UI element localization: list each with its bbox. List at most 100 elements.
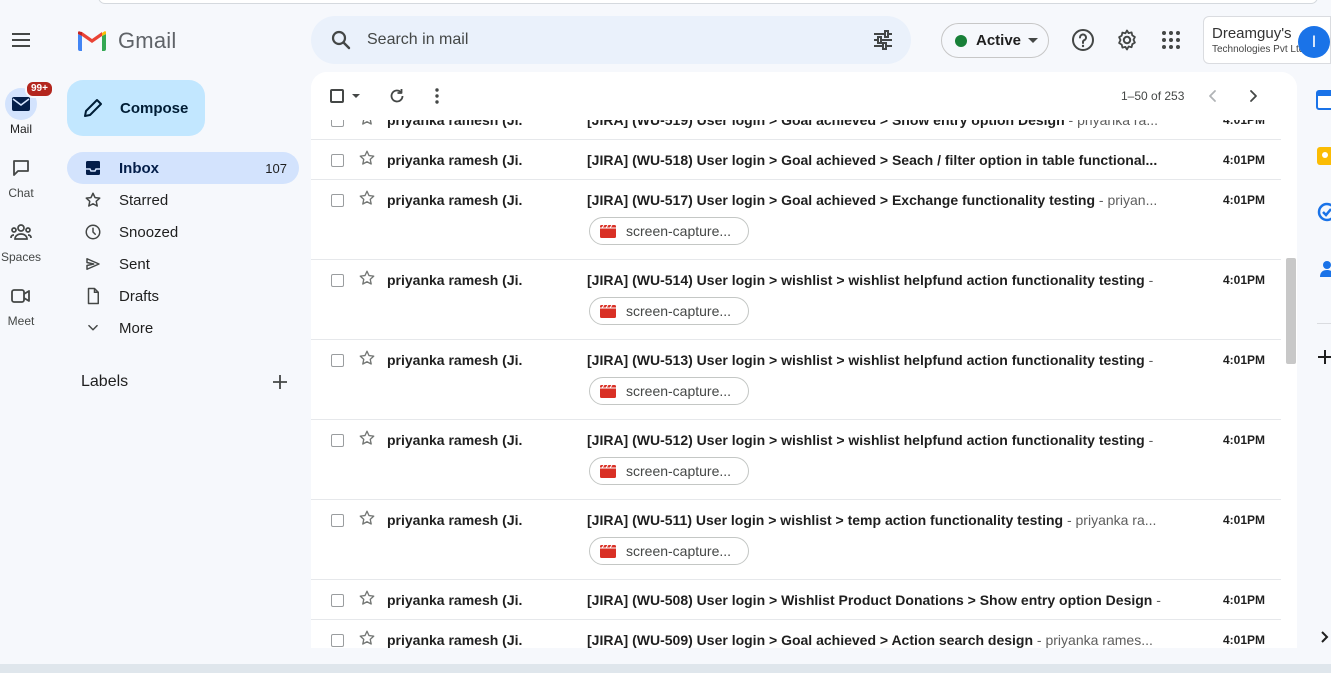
labels-heading: Labels bbox=[81, 373, 129, 390]
video-file-icon bbox=[600, 224, 616, 238]
attachment-name: screen-capture... bbox=[626, 463, 732, 479]
attachment-chip[interactable]: screen-capture... bbox=[589, 297, 749, 325]
rail-meet[interactable]: Meet bbox=[0, 280, 42, 328]
email-row[interactable]: priyanka ramesh (Ji. [JIRA] (WU-513) User… bbox=[311, 340, 1281, 420]
email-row[interactable]: priyanka ramesh (Ji. [JIRA] (WU-517) User… bbox=[311, 180, 1281, 260]
email-subject-line: [JIRA] (WU-518) User login > Goal achiev… bbox=[587, 152, 1173, 168]
video-file-icon bbox=[600, 384, 616, 398]
video-camera-icon bbox=[11, 289, 30, 303]
row-checkbox[interactable] bbox=[331, 434, 344, 447]
star-icon[interactable] bbox=[358, 189, 376, 207]
nav-label: Snoozed bbox=[119, 223, 179, 241]
email-snippet: - bbox=[1144, 432, 1154, 448]
rail-label: Mail bbox=[9, 122, 32, 136]
email-subject: [JIRA] (WU-514) User login > wishlist > … bbox=[587, 272, 1145, 288]
email-row[interactable]: priyanka ramesh (Ji. [JIRA] (WU-518) User… bbox=[311, 140, 1281, 180]
star-icon[interactable] bbox=[358, 509, 376, 527]
email-time: 4:01PM bbox=[1222, 153, 1265, 167]
star-icon[interactable] bbox=[358, 629, 376, 647]
search-options-icon[interactable] bbox=[871, 28, 895, 52]
status-dropdown[interactable]: Active bbox=[941, 23, 1049, 58]
email-row[interactable]: priyanka ramesh (Ji. [JIRA] (WU-514) User… bbox=[311, 260, 1281, 340]
account-avatar[interactable]: I bbox=[1298, 26, 1330, 58]
row-checkbox[interactable] bbox=[331, 194, 344, 207]
star-icon[interactable] bbox=[358, 269, 376, 287]
email-sender: priyanka ramesh (Ji. bbox=[387, 512, 523, 528]
email-subject-line: [JIRA] (WU-508) User login > Wishlist Pr… bbox=[587, 592, 1173, 608]
contacts-icon[interactable] bbox=[1315, 258, 1331, 278]
attachment-chip[interactable]: screen-capture... bbox=[589, 377, 749, 405]
email-sender: priyanka ramesh (Ji. bbox=[387, 632, 523, 648]
rail-mail[interactable]: 99+ Mail bbox=[0, 80, 54, 136]
search-input[interactable] bbox=[367, 28, 847, 52]
attachment-chip[interactable]: screen-capture... bbox=[589, 217, 749, 245]
star-icon[interactable] bbox=[358, 349, 376, 367]
email-row[interactable]: priyanka ramesh (Ji. [JIRA] (WU-512) User… bbox=[311, 420, 1281, 500]
nav-drafts[interactable]: Drafts bbox=[67, 280, 299, 312]
attachment-chip[interactable]: screen-capture... bbox=[589, 457, 749, 485]
chevron-left-icon[interactable] bbox=[1203, 86, 1223, 106]
more-options-icon[interactable] bbox=[427, 86, 447, 106]
compose-button[interactable]: Compose bbox=[67, 80, 205, 136]
select-dropdown-icon[interactable] bbox=[352, 94, 360, 98]
settings-gear-icon[interactable] bbox=[1115, 28, 1139, 52]
email-time: 4:01PM bbox=[1222, 273, 1265, 287]
attachment-chip[interactable]: screen-capture... bbox=[589, 537, 749, 565]
search-icon[interactable] bbox=[329, 28, 353, 52]
nav-label: Drafts bbox=[119, 287, 160, 305]
get-addons-icon[interactable] bbox=[1315, 347, 1331, 367]
tasks-icon[interactable] bbox=[1315, 202, 1331, 222]
nav-inbox[interactable]: Inbox 107 bbox=[67, 152, 299, 184]
nav-snoozed[interactable]: Snoozed bbox=[67, 216, 299, 248]
pagination-range: 1–50 of 253 bbox=[1121, 89, 1185, 103]
email-subject: [JIRA] (WU-518) User login > Goal achiev… bbox=[587, 152, 1158, 168]
row-checkbox[interactable] bbox=[331, 274, 344, 287]
side-panel-divider bbox=[1315, 312, 1331, 332]
refresh-icon[interactable] bbox=[387, 86, 407, 106]
email-list-panel: priyanka ramesh (Ji. [JIRA] (WU-519) User… bbox=[311, 72, 1297, 648]
email-subject-line: [JIRA] (WU-509) User login > Goal achiev… bbox=[587, 632, 1173, 648]
star-icon[interactable] bbox=[358, 429, 376, 447]
email-time: 4:01PM bbox=[1222, 433, 1265, 447]
email-sender: priyanka ramesh (Ji. bbox=[387, 352, 523, 368]
email-row[interactable]: priyanka ramesh (Ji. [JIRA] (WU-509) User… bbox=[311, 620, 1281, 648]
row-checkbox[interactable] bbox=[331, 154, 344, 167]
chat-icon bbox=[13, 160, 29, 176]
star-icon[interactable] bbox=[358, 149, 376, 167]
gmail-m-icon bbox=[78, 31, 106, 51]
row-checkbox[interactable] bbox=[331, 354, 344, 367]
select-all-checkbox[interactable] bbox=[330, 89, 344, 103]
gmail-logo[interactable]: Gmail bbox=[76, 27, 176, 55]
rail-label: Spaces bbox=[0, 250, 42, 264]
help-icon[interactable] bbox=[1071, 28, 1095, 52]
chevron-down-icon bbox=[88, 324, 98, 331]
row-checkbox[interactable] bbox=[331, 594, 344, 607]
main-menu-button[interactable] bbox=[9, 28, 33, 52]
list-toolbar: 1–50 of 253 bbox=[311, 72, 1297, 120]
pencil-icon bbox=[84, 99, 102, 117]
apps-grid-icon[interactable] bbox=[1159, 28, 1183, 52]
calendar-icon[interactable] bbox=[1315, 90, 1331, 110]
status-label: Active bbox=[976, 32, 1022, 49]
expand-side-panel-icon[interactable] bbox=[1315, 627, 1331, 647]
nav-more[interactable]: More bbox=[67, 312, 299, 344]
org-name: Dreamguy's bbox=[1212, 25, 1292, 42]
email-row[interactable]: priyanka ramesh (Ji. [JIRA] (WU-511) User… bbox=[311, 500, 1281, 580]
row-checkbox[interactable] bbox=[331, 634, 344, 647]
app-name: Gmail bbox=[118, 28, 177, 53]
nav-label: More bbox=[119, 319, 154, 337]
star-icon[interactable] bbox=[358, 589, 376, 607]
rail-spaces[interactable]: Spaces bbox=[0, 216, 42, 264]
chevron-right-icon[interactable] bbox=[1243, 86, 1263, 106]
nav-starred[interactable]: Starred bbox=[67, 184, 299, 216]
search-bar[interactable] bbox=[311, 16, 911, 64]
email-sender: priyanka ramesh (Ji. bbox=[387, 432, 523, 448]
list-scrollbar[interactable] bbox=[1286, 258, 1296, 364]
row-checkbox[interactable] bbox=[331, 514, 344, 527]
email-row[interactable]: priyanka ramesh (Ji. [JIRA] (WU-508) User… bbox=[311, 580, 1281, 620]
attachment-name: screen-capture... bbox=[626, 223, 732, 239]
keep-icon[interactable] bbox=[1315, 146, 1331, 166]
add-label-icon[interactable] bbox=[270, 372, 290, 392]
nav-sent[interactable]: Sent bbox=[67, 248, 299, 280]
rail-chat[interactable]: Chat bbox=[0, 152, 42, 200]
